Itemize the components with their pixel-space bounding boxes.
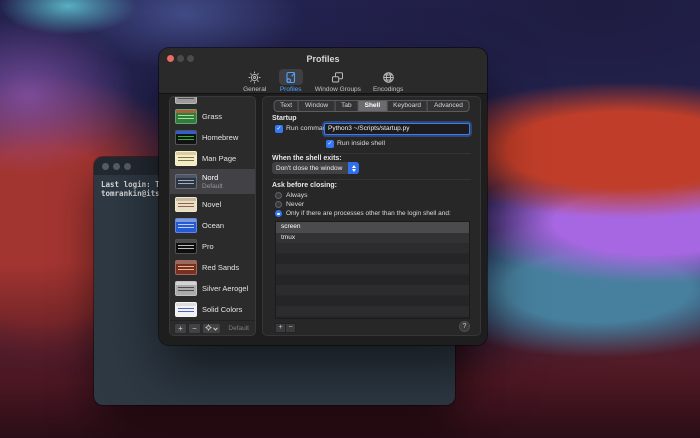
profile-name: Grass [202, 112, 223, 121]
profile-row-pro[interactable]: Pro [170, 236, 255, 257]
run-inside-shell-label: Run inside shell [337, 140, 385, 147]
profile-thumbnail [175, 302, 197, 317]
profile-thumbnail [175, 130, 197, 145]
profile-row-grass[interactable]: Grass [170, 106, 255, 127]
tab-text[interactable]: Text [274, 101, 300, 111]
gear-icon [247, 70, 262, 85]
sidebar-footer: + − Default [170, 320, 255, 335]
terminal-zoom-button[interactable] [124, 162, 131, 170]
dropdown-selected-value: Don't close the window [276, 164, 343, 172]
ask-before-closing-heading: Ask before closing: [272, 182, 337, 189]
profile-thumbnail [175, 281, 197, 296]
profile-row-homebrew[interactable]: Homebrew [170, 127, 255, 148]
globe-icon [381, 70, 396, 85]
section-divider [272, 153, 471, 154]
chevron-down-icon [213, 324, 218, 333]
profile-row-red-sands[interactable]: Red Sands [170, 257, 255, 278]
profile-thumbnail [175, 97, 197, 104]
process-list: screen tmux [275, 221, 470, 319]
profiles-sidebar: Grass Homebrew Man Page Nord Default Nov… [169, 96, 256, 336]
radio-always[interactable] [275, 192, 282, 199]
profile-name: Red Sands [202, 263, 240, 272]
default-badge: Default [202, 183, 223, 190]
profile-row-nord-selected[interactable]: Nord Default [170, 169, 255, 194]
profile-name: Ocean [202, 221, 225, 230]
zoom-button[interactable] [187, 55, 194, 62]
tab-keyboard[interactable]: Keyboard [387, 101, 428, 111]
profile-name: Nord [202, 173, 219, 182]
add-profile-button[interactable]: + [174, 322, 187, 334]
process-row-tmux[interactable]: tmux [276, 232, 469, 243]
tab-window[interactable]: Window [299, 101, 336, 111]
profile-thumbnail [175, 109, 197, 124]
toolbar-label: General [243, 86, 267, 93]
desktop-wallpaper: Last login: Tu tomrankin@itsw Profiles G… [0, 0, 700, 438]
run-command-checkbox[interactable] [275, 125, 283, 133]
gear-icon [205, 323, 212, 333]
profile-thumbnail [175, 218, 197, 233]
profile-name: Silver Aerogel [202, 284, 249, 293]
remove-profile-button[interactable]: − [188, 322, 201, 334]
tab-advanced[interactable]: Advanced [428, 101, 469, 111]
profile-thumbnail [175, 197, 197, 212]
tab-tab[interactable]: Tab [335, 101, 359, 111]
profile-row-novel[interactable]: Novel [170, 194, 255, 215]
profile-name: Man Page [202, 154, 237, 163]
profile-row-solid-colors[interactable]: Solid Colors [170, 299, 255, 320]
profile-thumbnail [175, 239, 197, 254]
run-command-input[interactable]: Python3 ~/Scripts/startup.py [324, 123, 470, 135]
terminal-minimize-button[interactable] [113, 162, 120, 170]
profile-name: Homebrew [202, 133, 239, 142]
profile-row-ocean[interactable]: Ocean [170, 215, 255, 236]
run-inside-shell-checkbox[interactable] [326, 140, 334, 148]
shell-settings-panel: Text Window Tab Shell Keyboard Advanced … [262, 96, 481, 336]
help-button[interactable]: ? [459, 321, 470, 332]
startup-heading: Startup [272, 115, 297, 122]
profile-name: Novel [202, 200, 222, 209]
tab-shell[interactable]: Shell [358, 101, 388, 111]
radio-only-if-processes[interactable] [275, 210, 282, 217]
section-divider [272, 179, 471, 180]
remove-process-button[interactable]: − [285, 323, 296, 333]
toolbar-item-encodings[interactable]: Encodings [373, 69, 403, 94]
radio-never-label: Never [286, 201, 305, 208]
traffic-lights [167, 55, 194, 62]
profile-name: Pro [202, 242, 214, 251]
radio-only-if-processes-label: Only if there are processes other than t… [286, 210, 451, 217]
set-default-button[interactable]: Default [228, 325, 251, 332]
terminal-close-button[interactable] [102, 162, 109, 170]
preferences-toolbar: General Profiles Window Groups Encodings [159, 69, 487, 94]
shell-exits-dropdown[interactable]: Don't close the window [272, 162, 359, 174]
profile-name: Solid Colors [202, 305, 243, 314]
profile-thumbnail [175, 151, 197, 166]
toolbar-item-profiles[interactable]: Profiles [278, 69, 303, 94]
profile-thumbnail [175, 260, 197, 275]
profile-action-menu-button[interactable] [202, 322, 221, 334]
preferences-content: Grass Homebrew Man Page Nord Default Nov… [159, 93, 487, 345]
profile-row-partial[interactable] [170, 97, 255, 106]
profile-row-silver-aerogel[interactable]: Silver Aerogel [170, 278, 255, 299]
profile-tab-bar: Text Window Tab Shell Keyboard Advanced [273, 100, 470, 112]
profiles-icon [283, 70, 298, 85]
shell-exits-heading: When the shell exits: [272, 155, 342, 162]
toolbar-label: Profiles [279, 86, 302, 93]
radio-always-label: Always [286, 192, 308, 199]
toolbar-label: Window Groups [314, 86, 361, 93]
terminal-preferences-window: Profiles General Profiles Window Groups … [159, 48, 487, 345]
process-row-screen[interactable]: screen [276, 222, 469, 233]
profile-row-man-page[interactable]: Man Page [170, 148, 255, 169]
profile-thumbnail [175, 174, 197, 189]
close-button[interactable] [167, 55, 174, 62]
window-title: Profiles [306, 54, 340, 64]
titlebar[interactable]: Profiles [159, 48, 487, 68]
window-groups-icon [330, 70, 345, 85]
toolbar-item-general[interactable]: General [243, 69, 267, 94]
radio-never[interactable] [275, 201, 282, 208]
toolbar-item-window-groups[interactable]: Window Groups [315, 69, 361, 94]
toolbar-label: Encodings [372, 86, 404, 93]
dropdown-stepper-icon [348, 162, 359, 174]
minimize-button[interactable] [177, 55, 184, 62]
